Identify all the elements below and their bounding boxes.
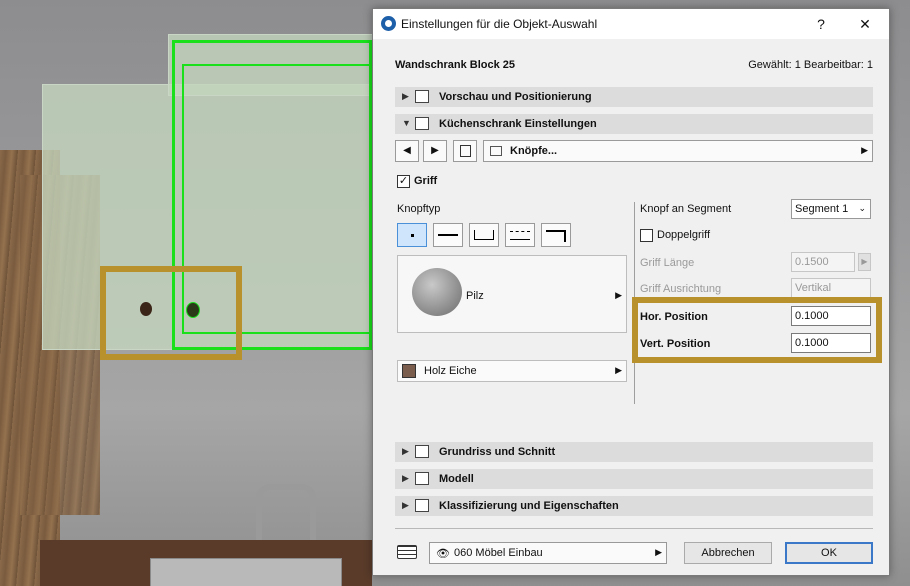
page-list-icon: [459, 145, 471, 157]
expand-arrow-icon: ▶: [402, 446, 409, 456]
ok-button[interactable]: OK: [785, 542, 873, 564]
recessed-handle-icon: [510, 231, 530, 240]
expand-arrow-icon: ▶: [402, 500, 409, 510]
floorplan-icon: [415, 445, 429, 458]
chevron-right-icon: ▶: [655, 547, 662, 557]
doppelgriff-label: Doppelgriff: [657, 229, 710, 241]
griff-laenge-input[interactable]: 0.1500: [791, 252, 855, 272]
bar-handle-icon: [438, 234, 458, 236]
chevron-right-icon: ▶: [615, 290, 622, 300]
chevron-right-icon: ▶: [615, 365, 622, 375]
section-floorplan-section[interactable]: ▶ Grundriss und Schnitt: [395, 442, 873, 462]
footer-separator: [395, 528, 873, 529]
griff-laenge-arrow-button[interactable]: ▶: [858, 253, 871, 271]
doppelgriff-checkbox[interactable]: [640, 229, 653, 242]
layer-label: 060 Möbel Einbau: [454, 547, 543, 559]
section-classification[interactable]: ▶ Klassifizierung und Eigenschaften: [395, 496, 873, 516]
knob-highlight-frame: [100, 266, 242, 360]
knob-type-profile-button[interactable]: [541, 223, 571, 247]
expand-arrow-icon: ▶: [402, 91, 409, 101]
segment-dropdown[interactable]: Segment 1 ⌄: [791, 199, 871, 219]
archicad-app-icon: [381, 16, 396, 31]
bracket-handle-icon: [474, 230, 494, 240]
prev-page-button[interactable]: ◀: [395, 140, 419, 162]
sink: [150, 558, 342, 586]
position-fields-highlight-frame: [632, 297, 882, 363]
griff-label: Griff: [414, 175, 438, 187]
griff-ausrichtung-value: Vertikal: [795, 282, 832, 294]
layer-stack-icon: [397, 545, 417, 559]
close-button[interactable]: ✕: [853, 14, 877, 34]
next-page-button[interactable]: ▶: [423, 140, 447, 162]
object-settings-dialog: Einstellungen für die Objekt-Auswahl ? ✕…: [372, 8, 890, 576]
griff-ausrichtung-label: Griff Ausrichtung: [640, 283, 722, 295]
help-button[interactable]: ?: [809, 14, 833, 34]
material-label: Holz Eiche: [424, 365, 477, 377]
section-model[interactable]: ▶ Modell: [395, 469, 873, 489]
griff-ausrichtung-dropdown[interactable]: Vertikal: [791, 278, 871, 298]
cancel-button[interactable]: Abbrechen: [684, 542, 772, 564]
segment-value: Segment 1: [795, 203, 849, 215]
knob-page-icon: [490, 146, 502, 156]
model-cube-icon: [415, 472, 429, 485]
collapse-arrow-icon: ▼: [402, 118, 411, 128]
section-kitchen-settings[interactable]: ▼ Küchenschrank Einstellungen: [395, 114, 873, 134]
chevron-down-icon: ⌄: [858, 203, 866, 213]
knob-type-bracket-button[interactable]: [469, 223, 499, 247]
kitchen-settings-icon: [415, 117, 429, 130]
knopf-segment-label: Knopf an Segment: [640, 203, 732, 215]
griff-laenge-label: Griff Länge: [640, 257, 695, 269]
material-swatch-icon: [402, 364, 416, 378]
eye-icon: 👁: [436, 548, 450, 560]
knob-type-recessed-button[interactable]: [505, 223, 535, 247]
knob-preview-label: Pilz: [466, 290, 484, 302]
parameter-page-nav: ◀ ▶ Knöpfe... ▶: [395, 140, 873, 164]
object-name: Wandschrank Block 25: [395, 59, 516, 71]
classification-icon: [415, 499, 429, 512]
dialog-title: Einstellungen für die Objekt-Auswahl: [401, 17, 598, 31]
page-list-button[interactable]: [453, 140, 477, 162]
expand-arrow-icon: ▶: [402, 473, 409, 483]
point-knob-icon: [411, 234, 414, 237]
selection-info: Gewählt: 1 Bearbeitbar: 1: [748, 59, 873, 71]
griff-checkbox[interactable]: ✓: [397, 175, 410, 188]
page-selector[interactable]: Knöpfe... ▶: [483, 140, 873, 162]
profile-handle-icon: [546, 230, 566, 242]
knob-type-point-button[interactable]: [397, 223, 427, 247]
knopftyp-label: Knopftyp: [397, 203, 441, 215]
knob-type-bar-button[interactable]: [433, 223, 463, 247]
material-selector[interactable]: Holz Eiche ▶: [397, 360, 627, 382]
section-preview-positioning[interactable]: ▶ Vorschau und Positionierung: [395, 87, 873, 107]
preview-positioning-icon: [415, 90, 429, 103]
layer-selector[interactable]: 👁 060 Möbel Einbau ▶: [429, 542, 667, 564]
knob-preview[interactable]: Pilz ▶: [397, 255, 627, 333]
dialog-titlebar[interactable]: Einstellungen für die Objekt-Auswahl ? ✕: [373, 9, 889, 39]
chevron-right-icon: ▶: [861, 145, 868, 155]
mushroom-knob-image: [412, 268, 462, 316]
